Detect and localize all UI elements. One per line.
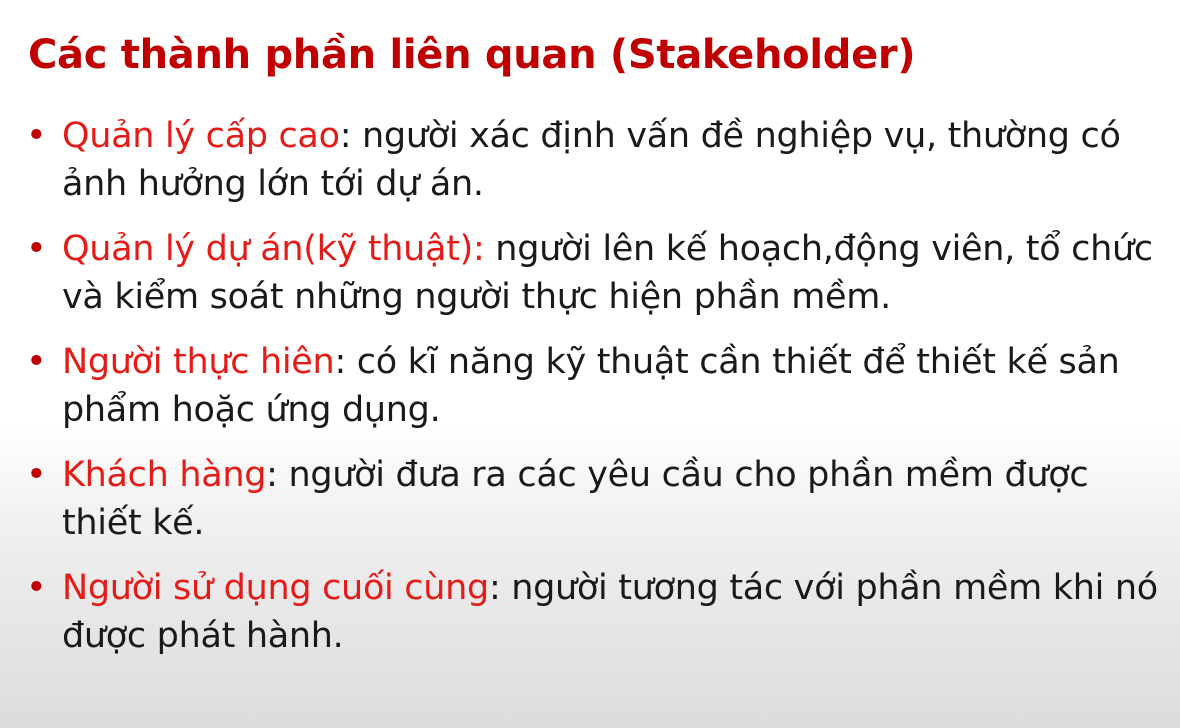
bullet-icon: • [26,116,47,156]
bullet-icon: • [26,455,47,495]
bullet-icon: • [26,342,47,382]
list-item-end-user: • Người sử dụng cuối cùng: người tương t… [26,564,1166,660]
stakeholder-list: • Quản lý cấp cao: người xác định vấn đề… [26,112,1166,677]
item-term: Quản lý dự án(kỹ thuật): [62,229,485,269]
slide-title: Các thành phần liên quan (Stakeholder) [28,32,916,78]
slide: Các thành phần liên quan (Stakeholder) •… [0,0,1180,728]
list-item-senior-manager: • Quản lý cấp cao: người xác định vấn đề… [26,112,1166,208]
item-term: Người sử dụng cuối cùng [62,568,489,608]
bullet-icon: • [26,229,47,269]
list-item-project-manager: • Quản lý dự án(kỹ thuật): người lên kế … [26,225,1166,321]
item-term: Khách hàng [62,455,267,495]
item-term: Người thực hiên [62,342,335,382]
item-term: Quản lý cấp cao [62,116,340,156]
list-item-practitioner: • Người thực hiên: có kĩ năng kỹ thuật c… [26,338,1166,434]
bullet-icon: • [26,568,47,608]
list-item-customer: • Khách hàng: người đưa ra các yêu cầu c… [26,451,1166,547]
